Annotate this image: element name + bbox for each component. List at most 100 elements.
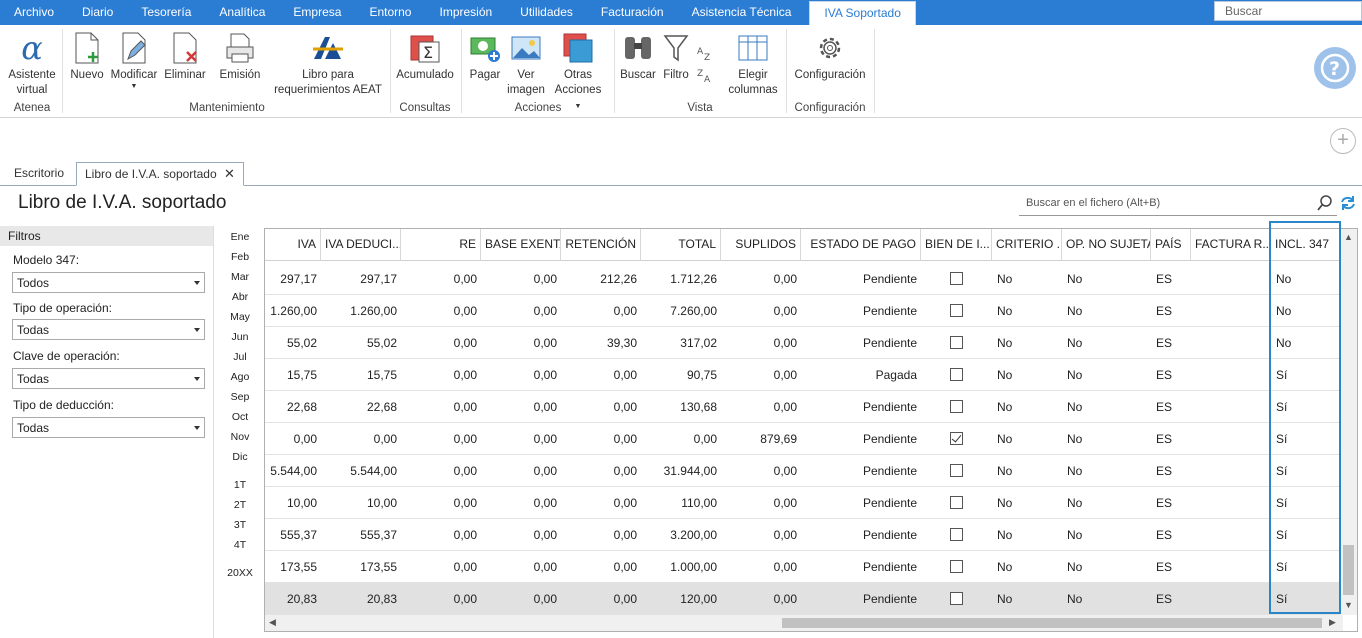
bien-inversion-checkbox[interactable] xyxy=(950,560,963,573)
period-sep[interactable]: Sep xyxy=(224,391,256,403)
search-file-input[interactable]: Buscar en el fichero (Alt+B) xyxy=(1019,192,1337,216)
table-row[interactable]: 22,68 22,68 0,00 0,00 0,00 130,68 0,00 Pendient… xyxy=(265,391,1340,423)
menu-utilidades[interactable]: Utilidades xyxy=(506,0,587,25)
scroll-right-icon[interactable]: ▶ xyxy=(1329,617,1336,628)
period-feb[interactable]: Feb xyxy=(224,251,256,263)
table-row[interactable]: 555,37 555,37 0,00 0,00 0,00 3.200,00 0,00 Pend… xyxy=(265,519,1340,551)
col-retencion-header[interactable]: RETENCIÓN xyxy=(561,229,641,261)
bien-inversion-checkbox[interactable] xyxy=(950,496,963,509)
table-row[interactable]: 10,00 10,00 0,00 0,00 0,00 110,00 0,00 Pendient… xyxy=(265,487,1340,519)
period-1t[interactable]: 1T xyxy=(224,479,256,491)
vertical-scrollbar[interactable]: ▲ ▼ xyxy=(1340,229,1357,615)
acumulado-button[interactable]: Σ Acumulado xyxy=(394,30,456,83)
pagar-button[interactable]: Pagar xyxy=(466,30,504,83)
table-row[interactable]: 55,02 55,02 0,00 0,00 39,30 317,02 0,00 Pendien… xyxy=(265,327,1340,359)
table-row[interactable]: 173,55 173,55 0,00 0,00 0,00 1.000,00 0,00 Pend… xyxy=(265,551,1340,583)
bien-inversion-checkbox[interactable] xyxy=(950,272,963,285)
table-row[interactable]: 0,00 0,00 0,00 0,00 0,00 0,00 879,69 Pendiente N… xyxy=(265,423,1340,455)
search-icon[interactable] xyxy=(1317,195,1333,214)
col-base-exenta-header[interactable]: BASE EXENTA xyxy=(481,229,561,261)
tab-escritorio[interactable]: Escritorio xyxy=(6,162,72,186)
table-row[interactable]: 20,83 20,83 0,00 0,00 0,00 120,00 0,00 Pendient… xyxy=(265,583,1340,615)
tipo-operacion-select[interactable]: Todas xyxy=(12,319,205,340)
period-3t[interactable]: 3T xyxy=(224,519,256,531)
col-pais-header[interactable]: PAÍS xyxy=(1151,229,1191,261)
col-suplidos-header[interactable]: SUPLIDOS xyxy=(721,229,801,261)
period-jul[interactable]: Jul xyxy=(224,351,256,363)
menu-archivo[interactable]: Archivo xyxy=(0,0,68,25)
menu-impresion[interactable]: Impresión xyxy=(425,0,506,25)
menu-entorno[interactable]: Entorno xyxy=(355,0,425,25)
bien-inversion-checkbox[interactable] xyxy=(950,336,963,349)
sort-az-icon[interactable]: AZZA xyxy=(697,42,713,85)
money-icon xyxy=(467,30,503,66)
eliminar-button[interactable]: Eliminar xyxy=(162,30,208,83)
bien-inversion-checkbox[interactable] xyxy=(950,400,963,413)
tab-libro-iva[interactable]: Libro de I.V.A. soportado ✕ xyxy=(76,162,244,186)
menu-analitica[interactable]: Analítica xyxy=(205,0,279,25)
table-row[interactable]: 5.544,00 5.544,00 0,00 0,00 0,00 31.944,00 0,0… xyxy=(265,455,1340,487)
table-row[interactable]: 15,75 15,75 0,00 0,00 0,00 90,75 0,00 Pagada No N… xyxy=(265,359,1340,391)
col-re-header[interactable]: RE xyxy=(401,229,481,261)
refresh-icon[interactable] xyxy=(1340,195,1356,214)
period-2t[interactable]: 2T xyxy=(224,499,256,511)
period-20xx[interactable]: 20XX xyxy=(224,567,256,579)
period-abr[interactable]: Abr xyxy=(224,291,256,303)
bien-inversion-checkbox[interactable] xyxy=(950,528,963,541)
asistente-virtual-button[interactable]: α Asistente virtual xyxy=(6,30,58,98)
iva-grid: IVA IVA DEDUCI... RE BASE EXENTA RETENCIÓN TO… xyxy=(264,228,1358,632)
table-row[interactable]: 1.260,00 1.260,00 0,00 0,00 0,00 7.260,00 0,00… xyxy=(265,295,1340,327)
bien-inversion-checkbox[interactable] xyxy=(950,464,963,477)
period-mar[interactable]: Mar xyxy=(224,271,256,283)
table-row[interactable]: 297,17 297,17 0,00 0,00 212,26 1.712,26 0,00 Pe… xyxy=(265,263,1340,295)
scroll-up-icon[interactable]: ▲ xyxy=(1344,232,1353,242)
period-oct[interactable]: Oct xyxy=(224,411,256,423)
libro-aeat-button[interactable]: Libro para requerimientos AEAT xyxy=(272,30,384,98)
scroll-down-icon[interactable]: ▼ xyxy=(1344,600,1353,610)
period-may[interactable]: May xyxy=(224,311,256,323)
vertical-scroll-thumb[interactable] xyxy=(1343,545,1354,595)
menu-search-input[interactable]: Buscar xyxy=(1214,1,1362,21)
help-button[interactable]: ? xyxy=(1314,47,1356,89)
horizontal-scroll-thumb[interactable] xyxy=(782,618,1322,628)
period-nov[interactable]: Nov xyxy=(224,431,256,443)
menu-facturacion[interactable]: Facturación xyxy=(587,0,678,25)
period-jun[interactable]: Jun xyxy=(224,331,256,343)
col-bien-inversion-header[interactable]: BIEN DE I... xyxy=(921,229,992,261)
bien-inversion-checkbox[interactable] xyxy=(950,432,963,445)
modificar-button[interactable]: Modificar ▼ xyxy=(108,30,160,91)
scroll-left-icon[interactable]: ◀ xyxy=(269,617,276,628)
menu-tesoreria[interactable]: Tesorería xyxy=(127,0,205,25)
bien-inversion-checkbox[interactable] xyxy=(950,368,963,381)
col-iva-deducible-header[interactable]: IVA DEDUCI... xyxy=(321,229,401,261)
period-dic[interactable]: Dic xyxy=(224,451,256,463)
menu-diario[interactable]: Diario xyxy=(68,0,127,25)
menu-asistencia-tecnica[interactable]: Asistencia Técnica xyxy=(678,0,806,25)
col-iva-header[interactable]: IVA xyxy=(265,229,321,261)
horizontal-scrollbar[interactable]: ◀ ▶ xyxy=(265,615,1343,631)
col-total-header[interactable]: TOTAL xyxy=(641,229,721,261)
add-tab-button[interactable]: + xyxy=(1330,128,1356,154)
configuracion-button[interactable]: Configuración xyxy=(790,30,870,83)
col-criterio-header[interactable]: CRITERIO ... xyxy=(992,229,1062,261)
emision-button[interactable]: Emisión xyxy=(216,30,264,83)
menu-iva-soportado[interactable]: IVA Soportado xyxy=(809,1,916,25)
bien-inversion-checkbox[interactable] xyxy=(950,304,963,317)
nuevo-button[interactable]: Nuevo xyxy=(68,30,106,83)
close-icon[interactable]: ✕ xyxy=(224,166,235,181)
col-factura-rect-header[interactable]: FACTURA R... xyxy=(1191,229,1271,261)
tipo-deduccion-select[interactable]: Todas xyxy=(12,417,205,438)
filtro-button[interactable]: Filtro xyxy=(660,30,692,83)
ver-imagen-button[interactable]: Ver imagen xyxy=(506,30,546,98)
col-estado-pago-header[interactable]: ESTADO DE PAGO xyxy=(801,229,921,261)
period-4t[interactable]: 4T xyxy=(224,539,256,551)
buscar-button[interactable]: Buscar xyxy=(618,30,658,83)
col-op-no-sujeta-header[interactable]: OP. NO SUJETA xyxy=(1062,229,1151,261)
period-ago[interactable]: Ago xyxy=(224,371,256,383)
clave-operacion-select[interactable]: Todas xyxy=(12,368,205,389)
menu-empresa[interactable]: Empresa xyxy=(279,0,355,25)
modelo-347-select[interactable]: Todos xyxy=(12,272,205,293)
period-ene[interactable]: Ene xyxy=(224,231,256,243)
bien-inversion-checkbox[interactable] xyxy=(950,592,963,605)
elegir-columnas-button[interactable]: Elegir columnas xyxy=(726,30,780,98)
